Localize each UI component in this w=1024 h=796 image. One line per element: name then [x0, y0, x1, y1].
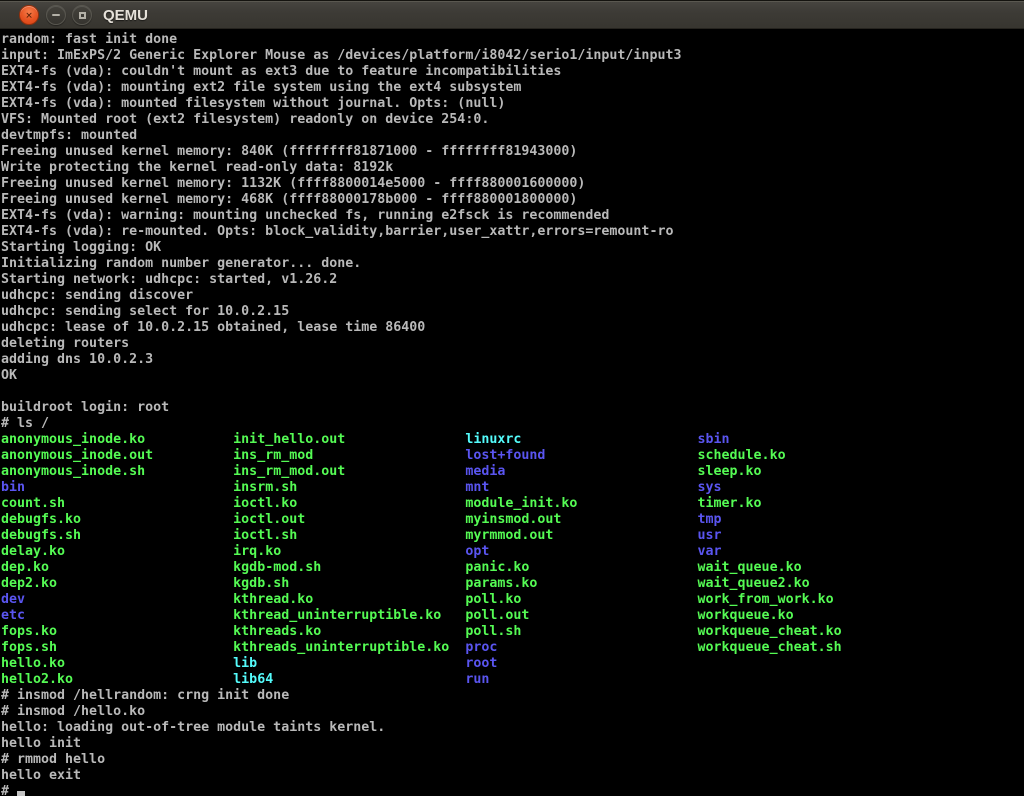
terminal-line: debugfs.sh ioctl.sh myrmmod.out usr [1, 528, 1024, 544]
terminal-line: adding dns 10.0.2.3 [1, 352, 1024, 368]
terminal-line: # rmmod hello [1, 752, 1024, 768]
terminal-line: devtmpfs: mounted [1, 128, 1024, 144]
terminal-line: hello.ko lib root [1, 656, 1024, 672]
terminal-line: Write protecting the kernel read-only da… [1, 160, 1024, 176]
terminal-line: EXT4-fs (vda): couldn't mount as ext3 du… [1, 64, 1024, 80]
terminal-line: buildroot login: root [1, 400, 1024, 416]
terminal-line: count.sh ioctl.ko module_init.ko timer.k… [1, 496, 1024, 512]
terminal-line: anonymous_inode.sh ins_rm_mod.out media … [1, 464, 1024, 480]
minimize-icon [52, 14, 60, 16]
terminal-line: input: ImExPS/2 Generic Explorer Mouse a… [1, 48, 1024, 64]
titlebar[interactable]: ✕ QEMU [0, 0, 1024, 29]
terminal-line: hello init [1, 736, 1024, 752]
terminal-line: anonymous_inode.ko init_hello.out linuxr… [1, 432, 1024, 448]
terminal-line: random: fast init done [1, 32, 1024, 48]
terminal-line: dep2.ko kgdb.sh params.ko wait_queue2.ko [1, 576, 1024, 592]
minimize-button[interactable] [46, 5, 66, 25]
terminal-line: Freeing unused kernel memory: 1132K (fff… [1, 176, 1024, 192]
terminal-line: debugfs.ko ioctl.out myinsmod.out tmp [1, 512, 1024, 528]
terminal-line: # [1, 784, 1024, 796]
terminal-line: OK [1, 368, 1024, 384]
terminal-line: # insmod /hellrandom: crng init done [1, 688, 1024, 704]
maximize-button[interactable] [72, 5, 92, 25]
terminal-line: udhcpc: lease of 10.0.2.15 obtained, lea… [1, 320, 1024, 336]
terminal-line [1, 384, 1024, 400]
terminal-line: # ls / [1, 416, 1024, 432]
qemu-window: ✕ QEMU random: fast init doneinput: ImEx… [0, 0, 1024, 796]
terminal-line: fops.sh kthreads_uninterruptible.ko proc… [1, 640, 1024, 656]
window-title: QEMU [103, 1, 148, 30]
terminal-line: delay.ko irq.ko opt var [1, 544, 1024, 560]
terminal-line: hello: loading out-of-tree module taints… [1, 720, 1024, 736]
maximize-icon [79, 12, 86, 19]
terminal-line: Freeing unused kernel memory: 468K (ffff… [1, 192, 1024, 208]
terminal-line: anonymous_inode.out ins_rm_mod lost+foun… [1, 448, 1024, 464]
terminal-line: fops.ko kthreads.ko poll.sh workqueue_ch… [1, 624, 1024, 640]
terminal-line: dev kthread.ko poll.ko work_from_work.ko [1, 592, 1024, 608]
terminal-line: EXT4-fs (vda): mounting ext2 file system… [1, 80, 1024, 96]
terminal-line: deleting routers [1, 336, 1024, 352]
terminal-line: Initializing random number generator... … [1, 256, 1024, 272]
terminal-line: Starting logging: OK [1, 240, 1024, 256]
terminal-line: udhcpc: sending select for 10.0.2.15 [1, 304, 1024, 320]
terminal-line: EXT4-fs (vda): mounted filesystem withou… [1, 96, 1024, 112]
terminal-line: bin insrm.sh mnt sys [1, 480, 1024, 496]
terminal-output[interactable]: random: fast init doneinput: ImExPS/2 Ge… [0, 29, 1024, 796]
close-button[interactable]: ✕ [19, 5, 39, 25]
terminal-cursor [17, 791, 25, 796]
terminal-line: hello exit [1, 768, 1024, 784]
terminal-line: udhcpc: sending discover [1, 288, 1024, 304]
terminal-line: EXT4-fs (vda): re-mounted. Opts: block_v… [1, 224, 1024, 240]
close-icon: ✕ [26, 9, 33, 20]
terminal-line: # insmod /hello.ko [1, 704, 1024, 720]
terminal-line: EXT4-fs (vda): warning: mounting uncheck… [1, 208, 1024, 224]
terminal-line: hello2.ko lib64 run [1, 672, 1024, 688]
terminal-line: Freeing unused kernel memory: 840K (ffff… [1, 144, 1024, 160]
terminal-line: dep.ko kgdb-mod.sh panic.ko wait_queue.k… [1, 560, 1024, 576]
terminal-line: Starting network: udhcpc: started, v1.26… [1, 272, 1024, 288]
terminal-line: etc kthread_uninterruptible.ko poll.out … [1, 608, 1024, 624]
terminal-line: VFS: Mounted root (ext2 filesystem) read… [1, 112, 1024, 128]
